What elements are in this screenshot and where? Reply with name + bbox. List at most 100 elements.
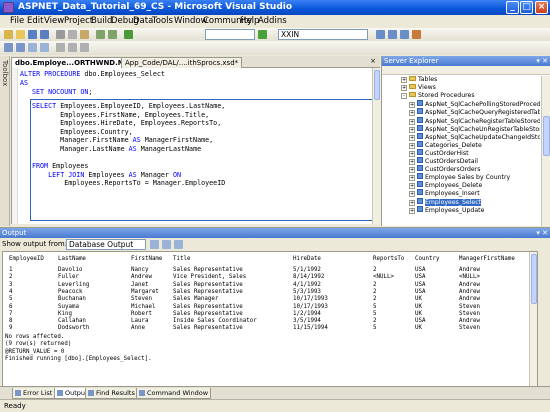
code-line-1: ALTER PROCEDURE dbo.Employees_Select (20, 70, 165, 79)
solution-explorer-icon[interactable] (388, 30, 397, 39)
tree-node[interactable]: + Employees_Delete (409, 181, 482, 190)
tree-node[interactable]: + Employees_Update (409, 205, 484, 214)
standard-toolbar: XXIN (0, 28, 550, 41)
comment-icon[interactable] (80, 43, 89, 52)
tree-node[interactable]: + Employees_Select (409, 197, 482, 206)
tree-node[interactable]: + AspNet_SqlCachePollingStoredProcedure (409, 100, 540, 109)
results-icon[interactable] (40, 43, 49, 52)
expand-icon[interactable]: + (409, 102, 415, 109)
tree-node[interactable]: - Stored Procedures (401, 92, 475, 100)
expand-icon[interactable]: + (409, 142, 415, 149)
menu-help[interactable]: Help (240, 16, 259, 26)
expand-icon[interactable]: + (409, 199, 415, 206)
expand-icon[interactable]: + (409, 150, 415, 157)
expand-icon[interactable]: + (409, 207, 415, 214)
tree-node[interactable]: + Tables (401, 76, 437, 84)
output-scrollbar[interactable] (529, 252, 537, 390)
outdent-icon[interactable] (68, 43, 77, 52)
close-document-icon[interactable]: × (370, 57, 376, 65)
clear-output-icon[interactable] (162, 240, 171, 249)
expand-icon[interactable]: + (409, 175, 415, 182)
tree-node[interactable]: + Employees_Insert (409, 189, 480, 198)
expand-icon[interactable]: + (409, 134, 415, 141)
column-header: FirstName (131, 256, 163, 262)
toolbox-strip[interactable]: Toolbox (0, 56, 10, 226)
expand-icon[interactable]: + (409, 183, 415, 190)
close-output-icon[interactable]: ▾ ✕ (536, 228, 548, 238)
tree-node[interactable]: + Categories_Delete (409, 140, 482, 149)
tree-node[interactable]: + AspNet_SqlCacheUnRegisterTableStoredP (409, 124, 540, 133)
tree-node[interactable]: + CustOrderHist (409, 148, 469, 157)
undo-icon[interactable] (96, 30, 105, 39)
output-results[interactable]: EmployeeID LastName FirstName Title HireDate… (2, 251, 538, 391)
folder-icon (409, 84, 416, 90)
cut-icon[interactable] (56, 30, 65, 39)
tree-node[interactable]: + CustOrdersOrders (409, 165, 481, 174)
find-icon[interactable] (376, 30, 385, 39)
toolbox-icon[interactable] (412, 30, 421, 39)
tree-node[interactable]: + AspNet_SqlCacheRegisterTableStoredPro (409, 116, 540, 125)
start-debugging-icon[interactable] (124, 30, 133, 39)
query-icon[interactable] (4, 43, 13, 52)
column-header: LastName (58, 256, 86, 262)
sql-icon[interactable] (28, 43, 37, 52)
expand-icon[interactable]: + (409, 159, 415, 165)
open-icon[interactable] (16, 30, 25, 39)
close-panel-icon[interactable]: ▾ ✕ (536, 56, 548, 66)
save-icon[interactable] (28, 30, 37, 39)
tab-command-window[interactable]: Command Window (136, 388, 212, 399)
tree-node-label: CustOrderHist (425, 149, 469, 157)
redo-icon[interactable] (108, 30, 117, 39)
sql-editor[interactable]: ALTER PROCEDURE dbo.Employees_Select AS … (11, 68, 381, 224)
save-all-icon[interactable] (40, 30, 49, 39)
menu-file[interactable]: File (10, 16, 24, 26)
select-line: Employees.HireDate, Employees.ReportsTo, (32, 119, 222, 128)
stored-procedure-icon (417, 124, 423, 131)
expand-icon[interactable]: + (409, 118, 415, 125)
tree-node-label: Stored Procedures (418, 92, 475, 100)
editor-scrollbar[interactable] (372, 68, 381, 224)
menu-tools[interactable]: Tools (152, 16, 173, 26)
menu-data[interactable]: Data (133, 16, 153, 26)
word-wrap-icon[interactable] (174, 240, 183, 249)
tree-node[interactable]: + AspNet_SqlCacheQueryRegisteredTable (409, 108, 540, 117)
expand-icon[interactable]: + (401, 77, 407, 83)
copy-icon[interactable] (68, 30, 77, 39)
menu-view[interactable]: View (44, 16, 64, 26)
menu-build[interactable]: Build (91, 16, 112, 26)
run-icon[interactable] (258, 30, 267, 39)
tree-node[interactable]: + Employee Sales by Country (409, 173, 510, 182)
tree-scroll-thumb[interactable] (543, 116, 550, 156)
tab-dataset-xsd[interactable]: App_Code/DAL/....ithSprocs.xsd* (121, 57, 243, 68)
diagram-icon[interactable] (16, 43, 25, 52)
minimize-button[interactable]: _ (506, 1, 519, 14)
menu-addins[interactable]: Addins (258, 16, 287, 26)
expand-icon[interactable]: + (409, 110, 415, 117)
output-source-dropdown[interactable]: Database Output (66, 239, 146, 250)
expand-icon[interactable]: + (409, 167, 415, 174)
properties-icon[interactable] (400, 30, 409, 39)
menu-edit[interactable]: Edit (27, 16, 43, 26)
grid-cell: 10/17/1993 (293, 303, 328, 310)
output-scroll-thumb[interactable] (531, 254, 537, 304)
find-in-output-icon[interactable] (150, 240, 159, 249)
paste-icon[interactable] (80, 30, 89, 39)
expand-icon[interactable]: + (409, 126, 415, 133)
maximize-button[interactable]: □ (520, 1, 533, 14)
tree-scrollbar[interactable] (541, 76, 550, 226)
menu-project[interactable]: Project (64, 16, 93, 26)
grid-cell: Andrew (459, 318, 480, 325)
tree-node[interactable]: + CustOrdersDetail (409, 157, 478, 165)
indent-icon[interactable] (56, 43, 65, 52)
tree-node[interactable]: + Views (401, 84, 436, 92)
editor-scroll-thumb[interactable] (374, 70, 380, 100)
configuration-combo[interactable] (205, 29, 255, 40)
platform-combo[interactable]: XXIN (278, 29, 368, 40)
tab-error-list[interactable]: Error List (12, 388, 56, 399)
close-button[interactable]: × (535, 1, 548, 14)
expand-icon[interactable]: + (409, 191, 415, 198)
tree-node[interactable]: + AspNet_SqlCacheUpdateChangeIdStored (409, 132, 540, 141)
new-project-icon[interactable] (4, 30, 13, 39)
collapse-icon[interactable]: - (401, 93, 407, 100)
expand-icon[interactable]: + (401, 85, 407, 92)
